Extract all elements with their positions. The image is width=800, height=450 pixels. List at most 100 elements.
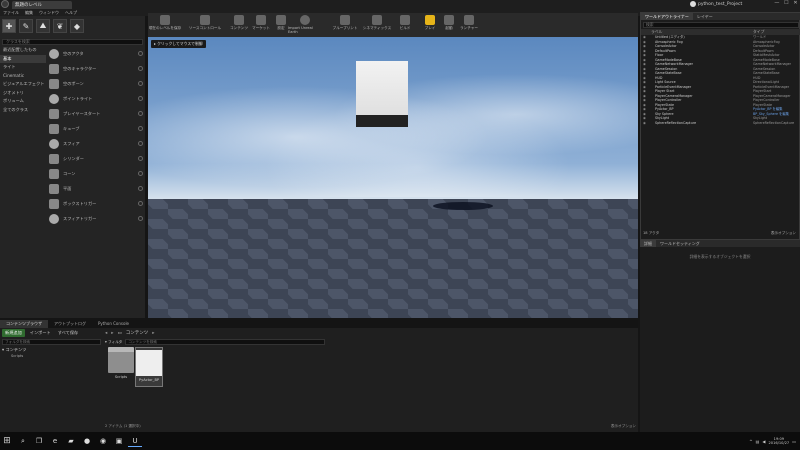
edge-icon[interactable]: e (48, 435, 62, 447)
outliner-view-options[interactable]: 表示オプション (771, 231, 796, 236)
geometry-mode-icon[interactable]: ◆ (70, 19, 84, 33)
tray-up-icon[interactable]: ^ (749, 439, 752, 444)
notification-icon[interactable]: ▭ (792, 439, 796, 444)
place-item[interactable]: スフィアトリガー (46, 211, 145, 226)
forward-arrow-icon[interactable]: ▸ (111, 331, 113, 336)
outliner-row-label: SphereReflectionCapture (655, 120, 697, 125)
place-item[interactable]: ポイントライト (46, 91, 145, 106)
save-level-button[interactable]: 現在のレベルを保存 (148, 15, 182, 35)
outliner-search-input[interactable]: 検索 (643, 22, 799, 28)
drag-handle-icon[interactable] (138, 66, 143, 71)
add-new-button[interactable]: 新規追加 (2, 329, 25, 337)
category-lights[interactable]: ライト (0, 63, 46, 72)
chrome-icon[interactable]: ◉ (96, 435, 110, 447)
place-item[interactable]: 空のポーン (46, 76, 145, 91)
unreal-icon[interactable]: U (128, 435, 142, 447)
level-viewport[interactable]: ▸ クリックしてマウスで制御 (148, 37, 638, 318)
place-item[interactable]: ボックストリガー (46, 196, 145, 211)
minimize-button[interactable]: — (774, 0, 779, 8)
tab-world-settings[interactable]: ワールドセッティング (656, 240, 704, 247)
drag-handle-icon[interactable] (138, 186, 143, 191)
import-unreal-earth-button[interactable]: Import Unreal Earth (288, 15, 322, 35)
search-icon[interactable]: ⌕ (16, 435, 30, 447)
explorer-icon[interactable]: ▰ (64, 435, 78, 447)
path-crumb[interactable]: コンテンツ (126, 330, 149, 336)
pyactor-cube[interactable] (356, 61, 408, 127)
close-button[interactable]: ✕ (793, 0, 797, 8)
tree-node-scripts[interactable]: Scripts (2, 353, 101, 359)
asset-pyactor-bp[interactable]: PyActor_BP (135, 347, 163, 387)
place-item[interactable]: コーン (46, 166, 145, 181)
place-item[interactable]: 空のキャラクター (46, 61, 145, 76)
volume-icon[interactable]: ◀ (762, 439, 765, 444)
place-search-input[interactable]: クラスを検索 (2, 39, 143, 45)
path-chevron-icon[interactable]: ▸ (152, 331, 154, 336)
launcher-button[interactable]: ランチャー (452, 15, 486, 35)
place-item[interactable]: プレイヤースタート (46, 106, 145, 121)
place-item[interactable]: キューブ (46, 121, 145, 136)
firefox-icon[interactable]: ● (80, 435, 94, 447)
tab-output-log[interactable]: アウトプットログ (48, 320, 92, 328)
category-geometry[interactable]: ジオメトリ (0, 89, 46, 98)
content-search-input[interactable]: コンテンツを検索 (125, 339, 326, 345)
source-control-button[interactable]: ソースコントロール (188, 15, 222, 35)
maximize-button[interactable]: ☐ (784, 0, 788, 8)
tab-world-outliner[interactable]: ワールドアウトライナー (641, 13, 693, 20)
toolbar-label: ブループリント (332, 26, 358, 30)
drag-handle-icon[interactable] (138, 111, 143, 116)
network-icon[interactable]: ▤ (756, 439, 760, 444)
visibility-eye-icon[interactable]: ◉ (643, 121, 646, 126)
tab-details[interactable]: 詳細 (640, 240, 656, 247)
filter-bar: ▾ フィルタ コンテンツを検索 (105, 339, 638, 345)
place-item-label: コーン (63, 170, 76, 176)
drag-handle-icon[interactable] (138, 156, 143, 161)
drag-handle-icon[interactable] (138, 201, 143, 206)
blueprints-button[interactable]: ブループリント (328, 15, 362, 35)
drag-handle-icon[interactable] (138, 126, 143, 131)
landscape-mode-icon[interactable]: ⛰ (36, 19, 50, 33)
category-visual-effects[interactable]: ビジュアルエフェクト (0, 80, 46, 89)
toolbar-label: ビルド (399, 26, 411, 30)
place-item[interactable]: スフィア (46, 136, 145, 151)
drag-handle-icon[interactable] (138, 81, 143, 86)
category-all-classes[interactable]: 全てのクラス (0, 106, 46, 115)
category-basic[interactable]: 基本 (0, 54, 46, 63)
paint-mode-icon[interactable]: ✎ (19, 19, 33, 33)
filters-button[interactable]: ▾ フィルタ (105, 340, 122, 345)
drag-handle-icon[interactable] (138, 141, 143, 146)
terminal-icon[interactable]: ▣ (112, 435, 126, 447)
launcher-icon (464, 15, 474, 25)
level-tab[interactable]: 無題のレベル (12, 1, 72, 9)
save-all-button[interactable]: すべて保存 (56, 329, 80, 337)
import-button[interactable]: インポート (28, 329, 53, 337)
windows-start-icon[interactable]: ⊞ (0, 435, 14, 447)
task-view-icon[interactable]: ❐ (32, 435, 46, 447)
asset-folder-scripts[interactable]: Scripts (107, 347, 135, 387)
content-view-options[interactable]: 表示オプション (611, 424, 636, 429)
viewport-hint[interactable]: ▸ クリックしてマウスで制御 (151, 40, 206, 48)
tab-python-console[interactable]: Python Console (92, 320, 135, 328)
category-recent[interactable]: 最近配置したもの (0, 46, 46, 55)
category-volumes[interactable]: ボリューム (0, 97, 46, 106)
place-item[interactable]: 空のアクタ (46, 46, 145, 61)
drag-handle-icon[interactable] (138, 216, 143, 221)
drag-handle-icon[interactable] (138, 96, 143, 101)
folder-search-input[interactable]: フォルダを検索 (2, 339, 101, 345)
drag-handle-icon[interactable] (138, 51, 143, 56)
menu-file[interactable]: ファイル (3, 10, 19, 16)
category-cinematic[interactable]: Cinematic (0, 72, 46, 81)
drag-handle-icon[interactable] (138, 171, 143, 176)
unreal-logo-icon[interactable] (1, 0, 9, 8)
back-arrow-icon[interactable]: ◂ (105, 331, 107, 336)
menu-window[interactable]: ウィンドウ (39, 10, 59, 16)
outliner-row[interactable]: ◉ SphereReflectionCapture SphereReflection… (641, 121, 800, 126)
menu-help[interactable]: ヘルプ (65, 10, 77, 16)
tab-content-browser[interactable]: コンテンツブラウザ (0, 320, 48, 328)
place-mode-icon[interactable]: ✚ (2, 19, 16, 33)
menu-edit[interactable]: 編集 (25, 10, 33, 16)
place-item[interactable]: シリンダー (46, 151, 145, 166)
tab-layers[interactable]: レイヤー (693, 13, 717, 20)
foliage-mode-icon[interactable]: ❦ (53, 19, 67, 33)
place-item[interactable]: 平面 (46, 181, 145, 196)
clock[interactable]: 19:09 2016/10/27 (769, 437, 790, 446)
